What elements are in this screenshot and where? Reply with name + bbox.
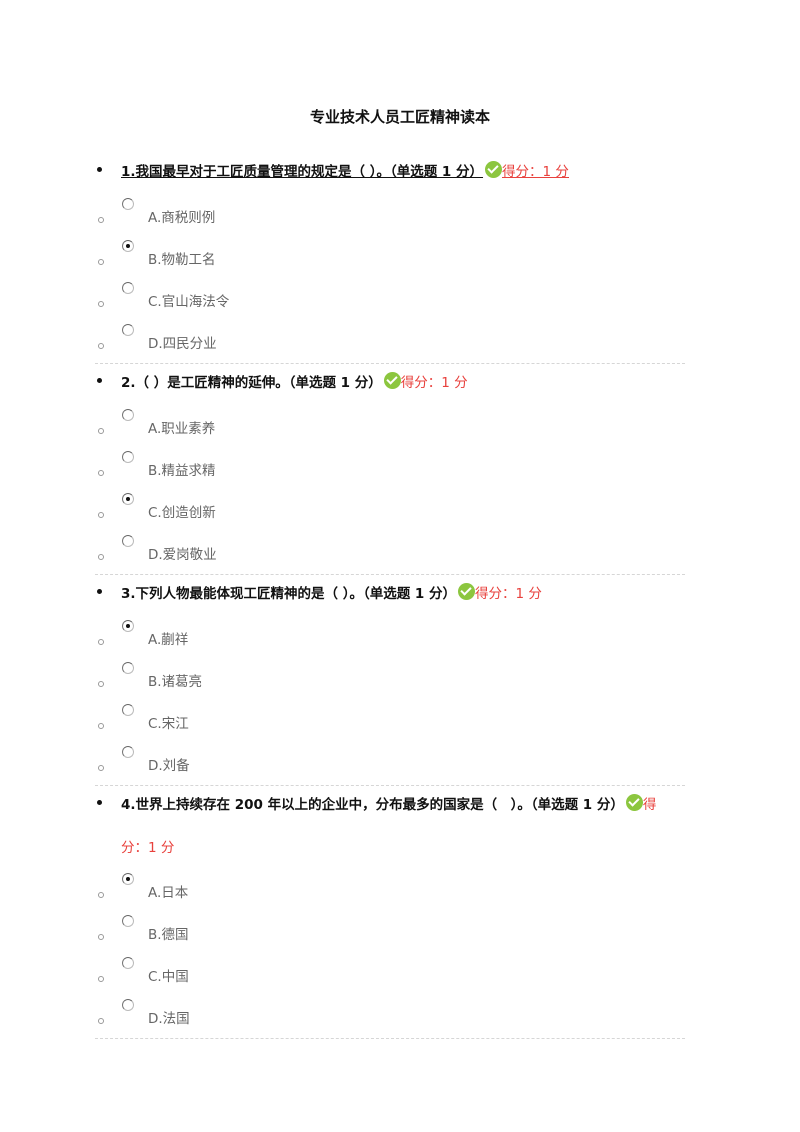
option-label: D.四民分业 <box>148 336 217 352</box>
bullet <box>98 892 104 898</box>
option-b[interactable]: B.诸葛亮 <box>95 659 685 701</box>
option-label: C.中国 <box>148 969 189 985</box>
option-label: C.创造创新 <box>148 505 216 521</box>
bullet <box>98 639 104 645</box>
question-text: 2.（ ）是工匠精神的延伸。（单选题 1 分） 得分：1 分 <box>121 372 468 393</box>
radio-button[interactable] <box>122 535 134 547</box>
option-d[interactable]: D.爱岗敬业 <box>95 532 685 574</box>
bullet <box>98 428 104 434</box>
radio-button[interactable] <box>122 873 134 885</box>
option-label: A.日本 <box>148 885 189 901</box>
option-label: A.商税则例 <box>148 210 216 226</box>
radio-button[interactable] <box>122 324 134 336</box>
bullet <box>98 765 104 771</box>
check-circle-icon <box>485 161 503 178</box>
option-label: B.精益求精 <box>148 463 216 479</box>
radio-button[interactable] <box>122 915 134 927</box>
radio-button[interactable] <box>122 704 134 716</box>
question-1: 1.我国最早对于工匠质量管理的规定是（ ）。（单选题 1 分） 得分：1 分 A.… <box>95 155 685 363</box>
divider <box>95 1038 685 1039</box>
option-c[interactable]: C.宋江 <box>95 701 685 743</box>
question-2: 2.（ ）是工匠精神的延伸。（单选题 1 分） 得分：1 分 A.职业素养 B.精… <box>95 366 685 574</box>
radio-button[interactable] <box>122 451 134 463</box>
divider <box>95 363 685 364</box>
radio-button[interactable] <box>122 746 134 758</box>
radio-button[interactable] <box>122 409 134 421</box>
check-circle-icon <box>458 583 476 600</box>
radio-button[interactable] <box>122 957 134 969</box>
radio-button[interactable] <box>122 999 134 1011</box>
bullet <box>97 167 102 172</box>
bullet <box>98 723 104 729</box>
option-label: A.蒯祥 <box>148 632 189 648</box>
divider <box>95 785 685 786</box>
option-a[interactable]: A.蒯祥 <box>95 617 685 659</box>
option-label: C.宋江 <box>148 716 189 732</box>
option-label: B.物勒工名 <box>148 252 216 268</box>
radio-button[interactable] <box>122 240 134 252</box>
option-a[interactable]: A.日本 <box>95 870 685 912</box>
option-a[interactable]: A.商税则例 <box>95 195 685 237</box>
bullet <box>98 259 104 265</box>
option-label: D.法国 <box>148 1011 190 1027</box>
option-b[interactable]: B.德国 <box>95 912 685 954</box>
option-d[interactable]: D.法国 <box>95 996 685 1038</box>
option-label: D.刘备 <box>148 758 190 774</box>
bullet <box>98 976 104 982</box>
option-b[interactable]: B.精益求精 <box>95 448 685 490</box>
bullet <box>97 589 102 594</box>
score: 得分：1 分 <box>502 164 569 180</box>
option-b[interactable]: B.物勒工名 <box>95 237 685 279</box>
bullet <box>98 934 104 940</box>
radio-button[interactable] <box>122 493 134 505</box>
question-3: 3.下列人物最能体现工匠精神的是（ ）。（单选题 1 分） 得分：1 分 A.蒯祥… <box>95 577 685 785</box>
question-text: 3.下列人物最能体现工匠精神的是（ ）。（单选题 1 分） 得分：1 分 <box>121 583 542 604</box>
question-text: 1.我国最早对于工匠质量管理的规定是（ ）。（单选题 1 分） 得分：1 分 <box>121 161 569 182</box>
bullet <box>97 378 102 383</box>
bullet <box>98 1018 104 1024</box>
option-d[interactable]: D.刘备 <box>95 743 685 785</box>
option-d[interactable]: D.四民分业 <box>95 321 685 363</box>
option-c[interactable]: C.创造创新 <box>95 490 685 532</box>
option-label: A.职业素养 <box>148 421 216 437</box>
radio-button[interactable] <box>122 198 134 210</box>
bullet <box>98 343 104 349</box>
option-label: D.爱岗敬业 <box>148 547 217 563</box>
check-circle-icon <box>383 372 401 389</box>
question-text: 4.世界上持续存在 200 年以上的企业中，分布最多的国家是（ ）。（单选题 1… <box>121 794 656 815</box>
check-circle-icon <box>625 794 643 811</box>
radio-button[interactable] <box>122 662 134 674</box>
radio-button[interactable] <box>122 620 134 632</box>
document-title: 专业技术人员工匠精神读本 <box>309 108 490 126</box>
option-a[interactable]: A.职业素养 <box>95 406 685 448</box>
question-4: 4.世界上持续存在 200 年以上的企业中，分布最多的国家是（ ）。（单选题 1… <box>95 788 685 1038</box>
bullet <box>98 301 104 307</box>
score-continued: 分：1 分 <box>121 840 175 856</box>
option-label: B.德国 <box>148 927 189 943</box>
score: 得 <box>642 797 657 813</box>
bullet <box>98 470 104 476</box>
bullet <box>98 554 104 560</box>
option-c[interactable]: C.中国 <box>95 954 685 996</box>
option-label: C.官山海法令 <box>148 294 230 310</box>
score: 得分：1 分 <box>400 375 468 391</box>
bullet <box>98 512 104 518</box>
bullet <box>98 217 104 223</box>
bullet <box>98 681 104 687</box>
bullet <box>97 800 102 805</box>
option-label: B.诸葛亮 <box>148 674 203 690</box>
divider <box>95 574 685 575</box>
option-c[interactable]: C.官山海法令 <box>95 279 685 321</box>
score: 得分：1 分 <box>475 586 542 602</box>
radio-button[interactable] <box>122 282 134 294</box>
